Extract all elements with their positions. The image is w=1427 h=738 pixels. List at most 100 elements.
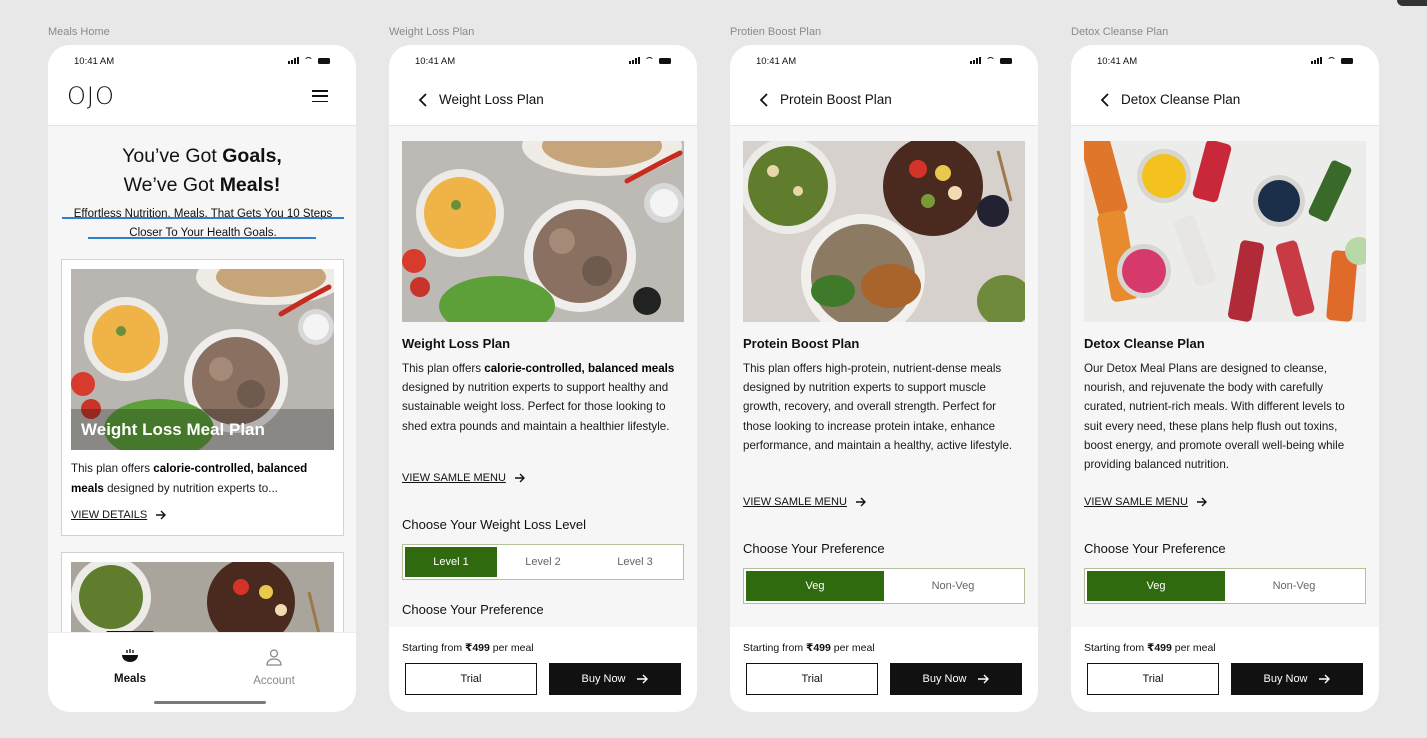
- battery-icon: [1341, 58, 1353, 64]
- arrow-right-icon: [156, 510, 167, 520]
- ojo-logo[interactable]: OJO: [67, 82, 115, 110]
- purchase-bar: Starting from ₹499 per meal Trial Buy No…: [730, 627, 1038, 712]
- view-sample-menu-label: VIEW SAMLE MENU: [1084, 496, 1188, 508]
- hero-line1-bold: Goals,: [222, 145, 282, 167]
- arrow-right-icon: [1318, 674, 1330, 684]
- level-heading: Choose Your Weight Loss Level: [402, 517, 587, 532]
- buy-now-button[interactable]: Buy Now: [549, 663, 681, 695]
- page-title: Protein Boost Plan: [780, 92, 892, 107]
- buy-now-label: Buy Now: [581, 673, 626, 685]
- wifi-icon: [1327, 57, 1336, 64]
- signal-icon: [970, 57, 981, 64]
- level-3-option[interactable]: Level 3: [589, 547, 681, 577]
- non-veg-option[interactable]: Non-Veg: [884, 571, 1022, 601]
- arrow-right-icon: [977, 674, 989, 684]
- arrow-right-icon: [1196, 497, 1207, 507]
- hero-title: You’ve Got Goals, We’ve Got Meals!: [48, 142, 356, 200]
- purchase-bar: Starting from ₹499 per meal Trial Buy No…: [389, 627, 697, 712]
- view-details-link[interactable]: VIEW DETAILS: [71, 509, 167, 521]
- status-icons: [970, 57, 1012, 64]
- bottom-tab-bar: Meals Account: [48, 632, 356, 712]
- view-sample-menu-label: VIEW SAMLE MENU: [402, 472, 506, 484]
- card-description: This plan offers calorie-controlled, bal…: [71, 462, 308, 495]
- status-time: 10:41 AM: [415, 56, 456, 67]
- plan-description: This plan offers high-protein, nutrient-…: [743, 362, 1013, 452]
- home-indicator: [154, 701, 266, 704]
- app-bar: Detox Cleanse Plan: [1071, 81, 1379, 126]
- tab-account[interactable]: Account: [224, 648, 324, 687]
- buy-now-button[interactable]: Buy Now: [890, 663, 1022, 695]
- hero-line2-bold: Meals!: [219, 174, 281, 196]
- buy-now-label: Buy Now: [922, 673, 967, 685]
- corner-tab: [1397, 0, 1427, 6]
- veg-option[interactable]: Veg: [746, 571, 884, 601]
- back-arrow-icon[interactable]: [1097, 91, 1115, 109]
- hamburger-menu-icon[interactable]: [312, 90, 328, 102]
- plan-description: Our Detox Meal Plans are designed to cle…: [1084, 362, 1345, 472]
- preference-selector: Veg Non-Veg: [743, 568, 1025, 604]
- trial-button[interactable]: Trial: [746, 663, 878, 695]
- subtitle-highlight-line-2: [88, 237, 316, 239]
- status-time: 10:41 AM: [1097, 56, 1138, 67]
- view-sample-menu-link[interactable]: VIEW SAMLE MENU: [743, 496, 867, 508]
- status-icons: [629, 57, 671, 64]
- preference-heading: Choose Your Preference: [1084, 541, 1226, 556]
- arrow-right-icon: [514, 473, 525, 483]
- status-bar: 10:41 AM: [389, 45, 697, 81]
- plan-card-weight-loss[interactable]: Weight Loss Meal Plan This plan offers c…: [61, 259, 344, 536]
- trial-button[interactable]: Trial: [405, 663, 537, 695]
- view-sample-menu-label: VIEW SAMLE MENU: [743, 496, 847, 508]
- buy-now-button[interactable]: Buy Now: [1231, 663, 1363, 695]
- level-1-option[interactable]: Level 1: [405, 547, 497, 577]
- starting-price: Starting from ₹499 per meal: [1084, 642, 1216, 654]
- bowl-icon: [122, 649, 138, 662]
- frame-label-detox: Detox Cleanse Plan: [1071, 26, 1169, 38]
- page-title: Weight Loss Plan: [439, 92, 544, 107]
- page-title: Detox Cleanse Plan: [1121, 92, 1241, 107]
- signal-icon: [629, 57, 640, 64]
- starting-price: Starting from ₹499 per meal: [743, 642, 875, 654]
- wifi-icon: [986, 57, 995, 64]
- weight-loss-meal-image: Weight Loss Meal Plan: [71, 269, 334, 450]
- non-veg-option[interactable]: Non-Veg: [1225, 571, 1363, 601]
- battery-icon: [318, 58, 330, 64]
- frame-label-protein: Protien Boost Plan: [730, 26, 822, 38]
- status-icons: [288, 57, 330, 64]
- view-sample-menu-link[interactable]: VIEW SAMLE MENU: [402, 472, 526, 484]
- arrow-right-icon: [855, 497, 866, 507]
- battery-icon: [1000, 58, 1012, 64]
- card-overlay-title: Weight Loss Meal Plan: [81, 420, 265, 439]
- status-bar: 10:41 AM: [48, 45, 356, 81]
- buy-now-label: Buy Now: [1263, 673, 1308, 685]
- status-bar: 10:41 AM: [730, 45, 1038, 81]
- frame-label-weight-loss: Weight Loss Plan: [389, 26, 475, 38]
- back-arrow-icon[interactable]: [756, 91, 774, 109]
- plan-heading: Protein Boost Plan: [743, 336, 860, 351]
- tab-meals[interactable]: Meals: [80, 648, 180, 685]
- user-icon: [266, 649, 282, 666]
- back-arrow-icon[interactable]: [415, 91, 433, 109]
- plan-card-protein[interactable]: [61, 552, 344, 643]
- signal-icon: [288, 57, 299, 64]
- view-sample-menu-link[interactable]: VIEW SAMLE MENU: [1084, 496, 1208, 508]
- plan-heading: Detox Cleanse Plan: [1084, 336, 1205, 351]
- tab-account-label: Account: [253, 675, 295, 687]
- status-time: 10:41 AM: [756, 56, 797, 67]
- tab-meals-label: Meals: [114, 673, 146, 685]
- trial-button[interactable]: Trial: [1087, 663, 1219, 695]
- level-2-option[interactable]: Level 2: [497, 547, 589, 577]
- veg-option[interactable]: Veg: [1087, 571, 1225, 601]
- view-details-label: VIEW DETAILS: [71, 509, 148, 521]
- phone-meals-home: 10:41 AM OJO You’ve Got Goals, We’ve Got…: [48, 45, 356, 712]
- preference-selector: Veg Non-Veg: [1084, 568, 1366, 604]
- signal-icon: [1311, 57, 1322, 64]
- status-time: 10:41 AM: [74, 56, 115, 67]
- detox-cleanse-plan-image: [1084, 141, 1366, 322]
- wifi-icon: [645, 57, 654, 64]
- phone-protein-boost-plan: 10:41 AM Protein Boost Plan Protein Boos…: [730, 45, 1038, 712]
- weight-loss-plan-image: [402, 141, 684, 322]
- preference-heading: Choose Your Preference: [402, 602, 544, 617]
- protein-boost-plan-image: [743, 141, 1025, 322]
- hero-line1-text: You’ve Got: [122, 145, 223, 167]
- hero-line2-text: We’ve Got: [123, 174, 220, 196]
